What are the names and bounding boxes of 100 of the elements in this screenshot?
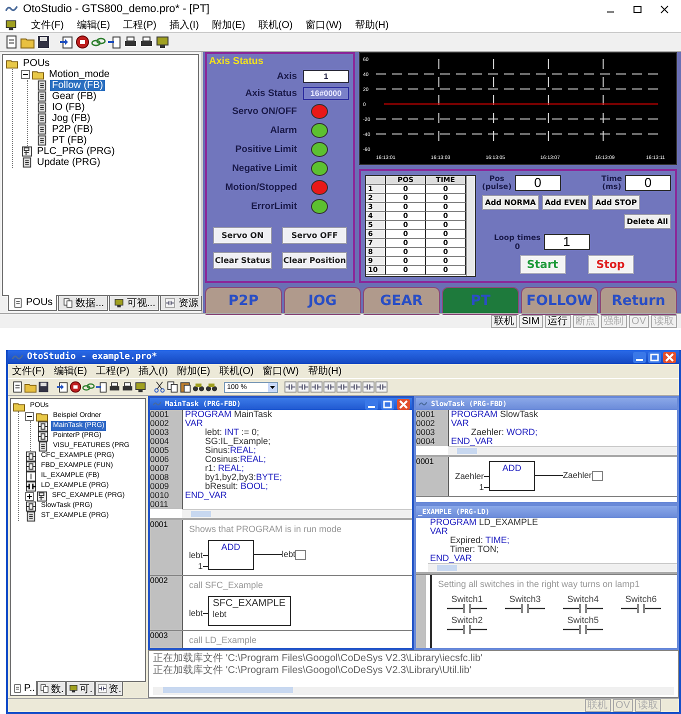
status-indicator: 断点 <box>572 314 599 328</box>
tab[interactable]: 数. <box>36 682 66 696</box>
command-button[interactable]: Clear Position <box>282 252 347 269</box>
code-line: r1: REAL; <box>205 464 244 473</box>
ladder-icon[interactable] <box>336 381 349 393</box>
tree-item[interactable]: P2P (FB) <box>50 124 95 135</box>
status-indicator: SIM <box>518 314 543 328</box>
command-button[interactable]: Servo OFF <box>282 227 347 244</box>
ladder-icon[interactable] <box>375 381 388 393</box>
collapse-icon[interactable] <box>21 70 30 79</box>
menu-item[interactable]: 文件(F) <box>12 364 45 378</box>
tab[interactable]: 资源 <box>160 296 202 311</box>
link-icon[interactable] <box>82 381 95 393</box>
copy-icon[interactable] <box>166 381 179 393</box>
scrollbar[interactable] <box>448 446 677 455</box>
menu-item[interactable]: 窗口(W) <box>262 364 299 378</box>
ladder-icon[interactable] <box>310 381 323 393</box>
tab[interactable]: 可视... <box>109 296 160 311</box>
indicator-label: Servo ON/OFF <box>231 106 297 117</box>
time-field[interactable]: 0 <box>625 175 671 191</box>
tree-item[interactable]: POUs <box>21 58 52 69</box>
tree-item[interactable]: PT (FB) <box>50 135 89 146</box>
command-button[interactable]: Servo ON <box>213 227 272 244</box>
close-icon[interactable] <box>658 4 671 14</box>
tree-item[interactable]: Update (PRG) <box>35 157 102 168</box>
scissors-icon[interactable] <box>153 381 166 393</box>
menu-item[interactable]: 插入(I) <box>138 364 168 378</box>
monitor-icon[interactable] <box>134 381 147 393</box>
ladder-icon <box>96 684 108 693</box>
ladder-icon[interactable] <box>297 381 310 393</box>
tree-item[interactable]: Follow (FB) <box>50 80 106 91</box>
message-line: 正在加载库文件 'C:\Program Files\Googol\CoDeSys V2.3\Library\Util.lib' <box>153 665 472 677</box>
tree-item[interactable]: IO (FB) <box>50 102 87 113</box>
command-button[interactable]: Clear Status <box>213 252 272 269</box>
menu-item[interactable]: 窗口(W) <box>306 18 342 32</box>
ladder-icon[interactable] <box>362 381 375 393</box>
document-icon[interactable] <box>11 381 24 393</box>
printer-icon[interactable] <box>123 35 138 49</box>
scrollbar[interactable] <box>466 176 475 276</box>
code-line: END_VAR <box>430 554 472 563</box>
tree-item[interactable]: PLC_PRG (PRG) <box>35 146 117 157</box>
menu-item[interactable]: 工程(P) <box>123 18 156 32</box>
menu-item[interactable]: 插入(I) <box>169 18 199 32</box>
tab[interactable]: 资. <box>94 682 124 696</box>
code-line: lebt: INT := 0; <box>205 428 260 437</box>
stop-button[interactable]: Stop <box>588 255 634 274</box>
ladder-icon <box>164 298 176 308</box>
binoculars-icon[interactable] <box>205 381 218 393</box>
position-field[interactable]: 0 <box>514 175 561 191</box>
menu-item[interactable]: 帮助(H) <box>354 18 389 32</box>
folder-icon[interactable] <box>24 381 37 393</box>
printer-icon[interactable] <box>139 35 154 49</box>
expand-icon[interactable] <box>25 492 34 500</box>
status-indicator: OV <box>628 314 649 328</box>
document-icon <box>36 135 48 146</box>
tree-item[interactable]: Jog (FB) <box>50 113 92 124</box>
monitor-icon[interactable] <box>155 35 170 49</box>
menu-item[interactable]: 附加(E) <box>212 18 246 32</box>
ladder-icon[interactable] <box>323 381 336 393</box>
collapse-icon[interactable] <box>25 412 34 420</box>
menu-item[interactable]: 文件(F) <box>31 18 64 32</box>
copy-icon <box>38 684 50 693</box>
link-icon[interactable] <box>91 35 106 49</box>
tab[interactable]: P.. <box>10 681 37 696</box>
paste-icon[interactable] <box>179 381 192 393</box>
contact-label: Switch3 <box>509 594 541 604</box>
ladder-icon[interactable] <box>284 381 297 393</box>
menu-item[interactable]: 联机(O) <box>258 18 293 32</box>
menu-item[interactable]: 联机(O) <box>219 364 254 378</box>
loop-field[interactable]: 1 <box>544 234 590 250</box>
scrollbar[interactable] <box>153 687 674 695</box>
menu-item[interactable]: 帮助(H) <box>308 364 342 378</box>
menu-item[interactable]: 编辑(E) <box>54 364 88 378</box>
tab[interactable]: 可. <box>66 682 94 696</box>
stop-icon[interactable] <box>75 35 90 49</box>
line-number: 0003 <box>416 428 449 437</box>
contact-label: Switch4 <box>567 594 599 604</box>
menu-item[interactable]: 工程(P) <box>96 364 130 378</box>
maximize-icon[interactable] <box>631 4 644 14</box>
stop-icon[interactable] <box>69 381 82 393</box>
scrollbar[interactable] <box>182 509 412 518</box>
printer-icon[interactable] <box>108 381 121 393</box>
document-icon[interactable] <box>4 35 19 49</box>
printer-icon[interactable] <box>121 381 134 393</box>
code-line: Cosinus:REAL; <box>205 455 266 464</box>
menu-item[interactable]: 附加(E) <box>176 364 210 378</box>
tree-item[interactable]: Gear (FB) <box>50 91 98 102</box>
monitor-icon[interactable] <box>4 19 18 31</box>
scrollbar[interactable] <box>428 563 677 572</box>
contact-icon <box>621 604 661 613</box>
download-icon[interactable] <box>59 35 74 49</box>
axis-field[interactable]: 1 <box>303 70 349 83</box>
download-icon[interactable] <box>56 381 69 393</box>
binoculars-icon[interactable] <box>192 381 205 393</box>
tab[interactable]: POUs <box>8 295 57 311</box>
menu-item[interactable]: 编辑(E) <box>76 18 110 32</box>
tree-item[interactable]: Motion_mode <box>47 69 112 80</box>
ladder-icon[interactable] <box>349 381 362 393</box>
code-line: PROGRAM MainTask <box>185 410 272 419</box>
tab[interactable]: 数据... <box>58 296 108 311</box>
